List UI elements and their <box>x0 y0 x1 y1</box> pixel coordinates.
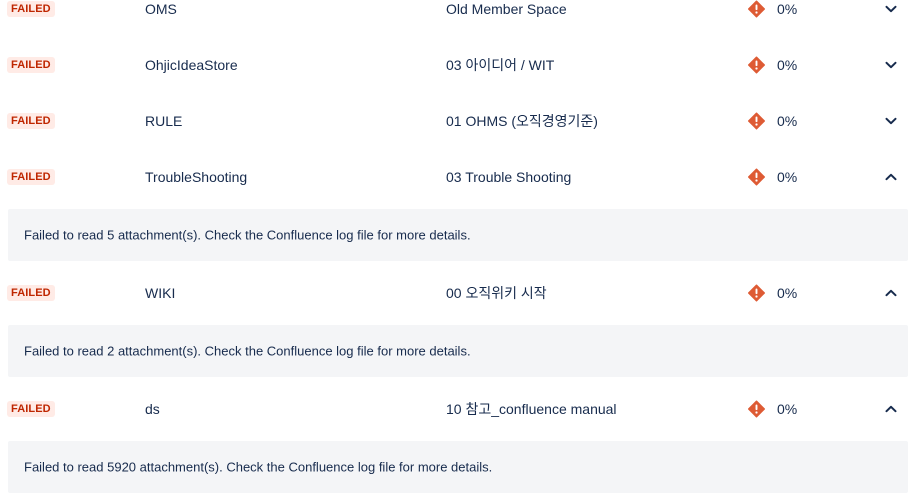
error-detail-panel: Failed to read 5920 attachment(s). Check… <box>8 441 908 493</box>
space-name: 01 OHMS (오직경영기준) <box>446 113 598 129</box>
chevron-down-icon[interactable] <box>884 114 898 128</box>
space-name: 03 Trouble Shooting <box>446 169 572 185</box>
warning-icon <box>748 284 765 302</box>
progress-percent: 0% <box>777 285 798 301</box>
space-name: 10 참고_confluence manual <box>446 401 617 417</box>
space-key: TroubleShooting <box>145 169 248 185</box>
migration-status-list: FAILED OMS Old Member Space 0% FAILED Oh… <box>0 0 912 501</box>
table-row: FAILED ds 10 참고_confluence manual 0% <box>0 389 912 429</box>
table-row: FAILED OhjicIdeaStore 03 아이디어 / WIT 0% <box>0 45 912 85</box>
warning-icon <box>748 56 765 74</box>
error-detail-panel: Failed to read 5 attachment(s). Check th… <box>8 209 908 261</box>
progress-percent: 0% <box>777 1 798 17</box>
table-row: FAILED TroubleShooting 03 Trouble Shooti… <box>0 157 912 197</box>
space-key: OhjicIdeaStore <box>145 57 238 73</box>
progress-percent: 0% <box>777 169 798 185</box>
chevron-up-icon[interactable] <box>884 286 898 300</box>
warning-icon <box>748 112 765 130</box>
space-name: 00 오직위키 시작 <box>446 285 547 301</box>
space-key: RULE <box>145 113 183 129</box>
error-detail-panel: Failed to read 2 attachment(s). Check th… <box>8 325 908 377</box>
status-badge: FAILED <box>7 285 55 301</box>
chevron-up-icon[interactable] <box>884 170 898 184</box>
chevron-down-icon[interactable] <box>884 2 898 16</box>
status-badge: FAILED <box>7 113 55 129</box>
space-name: 03 아이디어 / WIT <box>446 57 555 73</box>
progress-percent: 0% <box>777 113 798 129</box>
space-key: OMS <box>145 1 177 17</box>
table-row: FAILED RULE 01 OHMS (오직경영기준) 0% <box>0 101 912 141</box>
progress-percent: 0% <box>777 401 798 417</box>
space-key: WIKI <box>145 285 176 301</box>
chevron-down-icon[interactable] <box>884 58 898 72</box>
table-row: FAILED OMS Old Member Space 0% <box>0 0 912 29</box>
progress-percent: 0% <box>777 57 798 73</box>
table-row: FAILED WIKI 00 오직위키 시작 0% <box>0 273 912 313</box>
warning-icon <box>748 0 765 18</box>
warning-icon <box>748 168 765 186</box>
chevron-up-icon[interactable] <box>884 402 898 416</box>
error-message: Failed to read 5 attachment(s). Check th… <box>24 227 471 243</box>
status-badge: FAILED <box>7 1 55 17</box>
status-badge: FAILED <box>7 57 55 73</box>
status-badge: FAILED <box>7 169 55 185</box>
space-key: ds <box>145 401 160 417</box>
error-message: Failed to read 5920 attachment(s). Check… <box>24 459 493 475</box>
status-badge: FAILED <box>7 401 55 417</box>
warning-icon <box>748 400 765 418</box>
error-message: Failed to read 2 attachment(s). Check th… <box>24 343 471 359</box>
space-name: Old Member Space <box>446 1 567 17</box>
